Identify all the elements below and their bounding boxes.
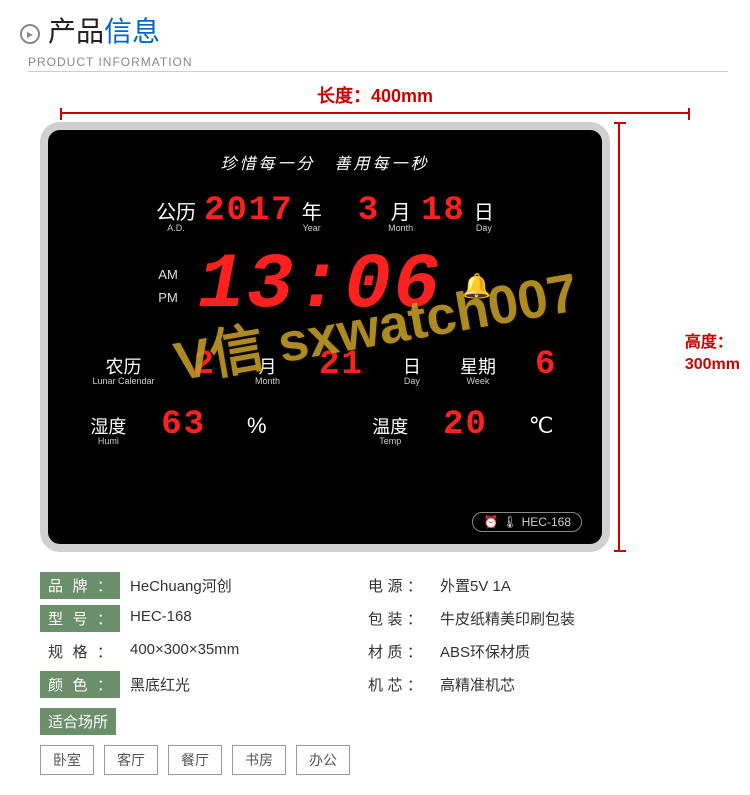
title-part2: 信息 [104, 16, 160, 47]
temp-value: 20 [443, 406, 488, 444]
ad-label-cn: 公历 [156, 203, 196, 223]
humi-value: 63 [161, 406, 206, 444]
power-label: 电源： [360, 572, 430, 599]
model-label: 型号： [40, 605, 120, 632]
thermo-icon: 🌡 [502, 515, 517, 529]
month-value: 3 [358, 192, 380, 230]
place-tag: 办公 [296, 745, 350, 775]
model-text: HEC-168 [522, 515, 571, 529]
temp-label-en: Temp [372, 436, 408, 446]
month-unit-cn: 月 [388, 203, 413, 223]
specs-table: 品牌： HeChuang河创 电源： 外置5V 1A 型号： HEC-168 包… [0, 572, 750, 795]
material-label: 材质： [360, 638, 430, 665]
color-label: 颜色： [40, 671, 120, 698]
place-tag: 卧室 [40, 745, 94, 775]
title-part1: 产品 [48, 16, 104, 47]
page-subtitle: PRODUCT INFORMATION [28, 55, 728, 72]
brand-value: HeChuang河创 [130, 572, 350, 599]
height-dimension: 高度： 300mm [685, 332, 740, 377]
color-value: 黑底红光 [130, 671, 350, 698]
product-area: 长度：400mm 珍惜每一分 善用每一秒 公历A.D. 2017 年Year 3… [0, 72, 750, 572]
size-value: 400×300×35mm [130, 638, 350, 665]
page-title: 产品信息 [48, 10, 160, 50]
week-label-en: Week [460, 376, 496, 386]
brand-label: 品牌： [40, 572, 120, 599]
movement-label: 机芯： [360, 671, 430, 698]
alarm-icon: ⏰ [483, 515, 498, 529]
week-value: 6 [535, 346, 557, 384]
time-value: 13:06 [198, 251, 442, 321]
humi-label-cn: 湿度 [90, 418, 126, 436]
header: 产品信息 [0, 0, 750, 55]
lunar-day: 21 [319, 346, 364, 384]
material-value: ABS环保材质 [440, 638, 690, 665]
bell-icon: 🔔 [462, 272, 492, 301]
year-unit-en: Year [302, 223, 322, 233]
places-list: 卧室 客厅 餐厅 书房 办公 [40, 745, 710, 775]
month-unit-en: Month [388, 223, 413, 233]
place-tag: 餐厅 [168, 745, 222, 775]
size-label: 规格： [40, 638, 120, 665]
lunar-label-cn: 农历 [93, 358, 155, 376]
width-bar [60, 112, 690, 114]
year-unit-cn: 年 [302, 203, 322, 223]
place-tag: 书房 [232, 745, 286, 775]
movement-value: 高精准机芯 [440, 671, 690, 698]
height-bar [618, 122, 620, 552]
ampm-indicator: AM PM [158, 259, 178, 313]
lunar-label-en: Lunar Calendar [93, 376, 155, 386]
ad-label-en: A.D. [156, 223, 196, 233]
day-unit-en: Day [474, 223, 494, 233]
am-label: AM [158, 267, 178, 282]
pm-label: PM [158, 290, 178, 305]
bullet-icon [20, 24, 40, 44]
lunar-month: 2 [194, 346, 216, 384]
temp-label-cn: 温度 [372, 418, 408, 436]
humi-unit: % [247, 413, 267, 439]
width-dimension: 长度：400mm [40, 82, 710, 108]
day-unit-cn: 日 [474, 203, 494, 223]
place-tag: 客厅 [104, 745, 158, 775]
motto-text: 珍惜每一分 善用每一秒 [73, 150, 577, 174]
places-label: 适合场所 [40, 708, 116, 735]
day-value: 18 [421, 192, 466, 230]
humi-label-en: Humi [90, 436, 126, 446]
power-value: 外置5V 1A [440, 572, 690, 599]
year-value: 2017 [204, 192, 294, 230]
model-badge: ⏰ 🌡 HEC-168 [472, 512, 582, 532]
pack-value: 牛皮纸精美印刷包装 [440, 605, 690, 632]
clock-device: 珍惜每一分 善用每一秒 公历A.D. 2017 年Year 3 月Month 1… [40, 122, 610, 552]
model-value: HEC-168 [130, 605, 350, 632]
week-label-cn: 星期 [460, 358, 496, 376]
temp-unit: ℃ [529, 413, 554, 439]
pack-label: 包装： [360, 605, 430, 632]
